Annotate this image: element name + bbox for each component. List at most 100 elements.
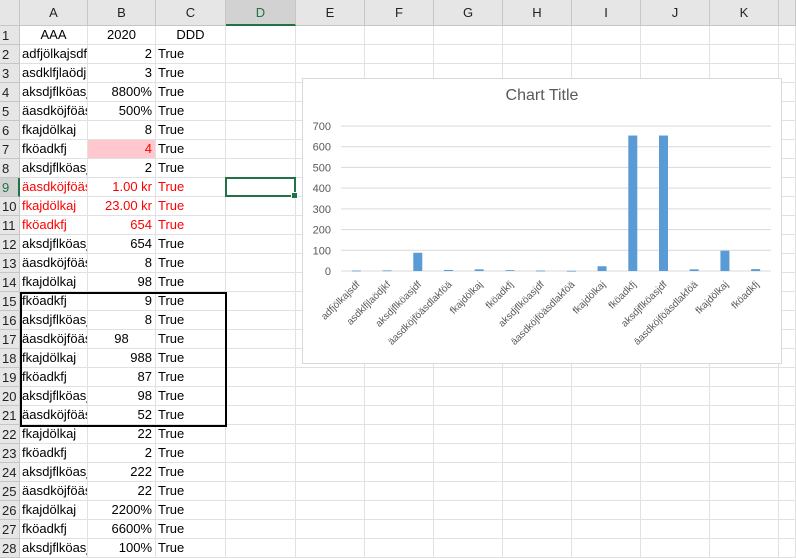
- row-header-25[interactable]: 25: [0, 482, 20, 501]
- cell-g21[interactable]: [434, 406, 503, 425]
- cell-c19[interactable]: True: [156, 368, 226, 387]
- cell-e22[interactable]: [296, 425, 365, 444]
- cell-d19[interactable]: [226, 368, 296, 387]
- row-header-5[interactable]: 5: [0, 102, 20, 121]
- row-header-19[interactable]: 19: [0, 368, 20, 387]
- cell-i2[interactable]: [572, 45, 641, 64]
- cell-g2[interactable]: [434, 45, 503, 64]
- row-header-22[interactable]: 22: [0, 425, 20, 444]
- row-header-1[interactable]: 1: [0, 26, 20, 45]
- cell-d14[interactable]: [226, 273, 296, 292]
- column-header-a[interactable]: A: [20, 0, 88, 26]
- row-header-11[interactable]: 11: [0, 216, 20, 235]
- row-header-27[interactable]: 27: [0, 520, 20, 539]
- cell-j20[interactable]: [641, 387, 710, 406]
- cell-f27[interactable]: [365, 520, 434, 539]
- cell-g24[interactable]: [434, 463, 503, 482]
- cell-d26[interactable]: [226, 501, 296, 520]
- cell-a22[interactable]: fkajdölkaj: [20, 425, 88, 444]
- cell-a25[interactable]: äasdköjföäsdlakföä: [20, 482, 88, 501]
- cell-f23[interactable]: [365, 444, 434, 463]
- cell-h25[interactable]: [503, 482, 572, 501]
- cell-h24[interactable]: [503, 463, 572, 482]
- cell-d21[interactable]: [226, 406, 296, 425]
- row-header-17[interactable]: 17: [0, 330, 20, 349]
- cell-b12[interactable]: 654: [88, 235, 156, 254]
- cell-c21[interactable]: True: [156, 406, 226, 425]
- cell-d8[interactable]: [226, 159, 296, 178]
- cell-c17[interactable]: True: [156, 330, 226, 349]
- cell-e20[interactable]: [296, 387, 365, 406]
- cell-i24[interactable]: [572, 463, 641, 482]
- row-header-7[interactable]: 7: [0, 140, 20, 159]
- cell-j24[interactable]: [641, 463, 710, 482]
- column-header-d[interactable]: D: [226, 0, 296, 26]
- cell-c14[interactable]: True: [156, 273, 226, 292]
- cell-c26[interactable]: True: [156, 501, 226, 520]
- cell-k28[interactable]: [710, 539, 779, 558]
- cell-b5[interactable]: 500%: [88, 102, 156, 121]
- row-header-24[interactable]: 24: [0, 463, 20, 482]
- cell-a6[interactable]: fkajdölkaj: [20, 121, 88, 140]
- cell-b18[interactable]: 988: [88, 349, 156, 368]
- cell-a13[interactable]: äasdköjföäsdlakföä: [20, 254, 88, 273]
- cell-c8[interactable]: True: [156, 159, 226, 178]
- cell-b16[interactable]: 8: [88, 311, 156, 330]
- cell-c23[interactable]: True: [156, 444, 226, 463]
- cell-h19[interactable]: [503, 368, 572, 387]
- cell-c24[interactable]: True: [156, 463, 226, 482]
- cell-a9[interactable]: äasdköjföäsdlakföä: [20, 178, 88, 197]
- cell-a2[interactable]: adfjölkajsdf: [20, 45, 88, 64]
- row-header-3[interactable]: 3: [0, 64, 20, 83]
- cell-f26[interactable]: [365, 501, 434, 520]
- cell-f25[interactable]: [365, 482, 434, 501]
- cell-b25[interactable]: 22: [88, 482, 156, 501]
- cell-h26[interactable]: [503, 501, 572, 520]
- cell-a19[interactable]: fköadkfj: [20, 368, 88, 387]
- cell-i22[interactable]: [572, 425, 641, 444]
- cell-d10[interactable]: [226, 197, 296, 216]
- cell-i28[interactable]: [572, 539, 641, 558]
- cell-b13[interactable]: 8: [88, 254, 156, 273]
- cell-k2[interactable]: [710, 45, 779, 64]
- column-header-f[interactable]: F: [365, 0, 434, 26]
- cell-j26[interactable]: [641, 501, 710, 520]
- cell-e21[interactable]: [296, 406, 365, 425]
- row-header-26[interactable]: 26: [0, 501, 20, 520]
- cell-a24[interactable]: aksdjflköasjdf: [20, 463, 88, 482]
- cell-c13[interactable]: True: [156, 254, 226, 273]
- column-header-e[interactable]: E: [296, 0, 365, 26]
- column-header-k[interactable]: K: [710, 0, 779, 26]
- row-header-16[interactable]: 16: [0, 311, 20, 330]
- cell-k1[interactable]: [710, 26, 779, 45]
- cell-h23[interactable]: [503, 444, 572, 463]
- cell-d3[interactable]: [226, 64, 296, 83]
- cell-j21[interactable]: [641, 406, 710, 425]
- cell-f24[interactable]: [365, 463, 434, 482]
- cell-d7[interactable]: [226, 140, 296, 159]
- cell-h22[interactable]: [503, 425, 572, 444]
- cell-h28[interactable]: [503, 539, 572, 558]
- cell-j28[interactable]: [641, 539, 710, 558]
- cell-a12[interactable]: aksdjflköasjdf: [20, 235, 88, 254]
- cell-b15[interactable]: 9: [88, 292, 156, 311]
- cell-k21[interactable]: [710, 406, 779, 425]
- cell-c2[interactable]: True: [156, 45, 226, 64]
- cell-k27[interactable]: [710, 520, 779, 539]
- cell-k25[interactable]: [710, 482, 779, 501]
- cell-e23[interactable]: [296, 444, 365, 463]
- cell-a27[interactable]: fköadkfj: [20, 520, 88, 539]
- cell-a16[interactable]: aksdjflköasjdf: [20, 311, 88, 330]
- cell-d11[interactable]: [226, 216, 296, 235]
- cell-c27[interactable]: True: [156, 520, 226, 539]
- cell-f2[interactable]: [365, 45, 434, 64]
- cell-g28[interactable]: [434, 539, 503, 558]
- cell-b10[interactable]: 23.00 kr: [88, 197, 156, 216]
- cell-i19[interactable]: [572, 368, 641, 387]
- cell-d20[interactable]: [226, 387, 296, 406]
- cell-a10[interactable]: fkajdölkaj: [20, 197, 88, 216]
- cell-j25[interactable]: [641, 482, 710, 501]
- cell-g26[interactable]: [434, 501, 503, 520]
- cell-a15[interactable]: fköadkfj: [20, 292, 88, 311]
- column-header-g[interactable]: G: [434, 0, 503, 26]
